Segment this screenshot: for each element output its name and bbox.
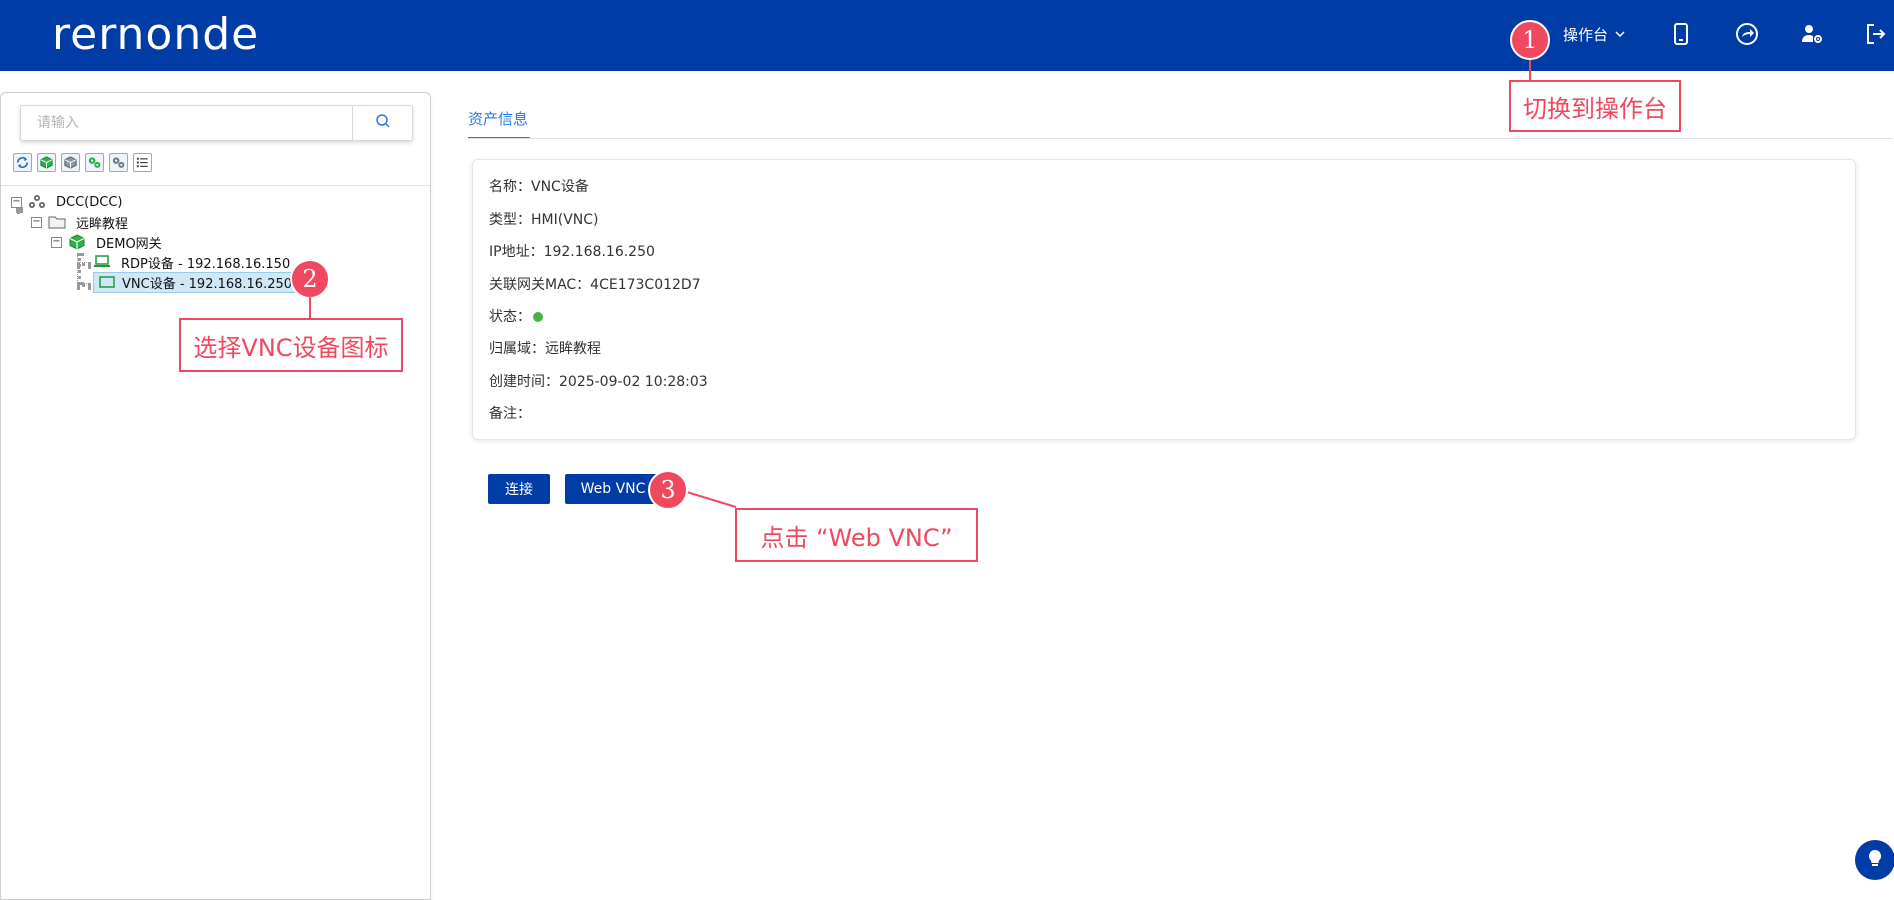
monitor-icon: [98, 275, 116, 289]
annotation-badge-1: 1: [1510, 20, 1550, 60]
folder-icon: [48, 214, 66, 230]
info-created: 创建时间：2025-09-02 10:28:03: [489, 374, 708, 390]
toolbar-divider: [1, 185, 430, 186]
collapse-toggle[interactable]: −: [51, 236, 62, 248]
lightbulb-icon: [1865, 848, 1885, 872]
workbench-menu-label: 操作台: [1563, 26, 1609, 44]
annotation-badge-2: 2: [290, 259, 330, 299]
user-settings-icon[interactable]: [1798, 20, 1826, 48]
search-icon: [375, 113, 391, 133]
chevron-down-icon: [1614, 26, 1626, 44]
laptop-icon: [93, 254, 111, 270]
asset-info-card: 名称：VNC设备 类型：HMI(VNC) IP地址：192.168.16.250…: [472, 159, 1856, 440]
annotation-callout-2: 选择VNC设备图标: [179, 318, 403, 372]
info-remark: 备注：: [489, 406, 531, 422]
collapse-toggle[interactable]: −: [31, 216, 42, 228]
gateway-green-icon[interactable]: [37, 153, 56, 172]
tree-node-vnc: VNC设备 - 192.168.16.250: [93, 271, 298, 293]
top-header: rernonde 操作台: [0, 0, 1894, 71]
tree-connector: [77, 283, 91, 287]
info-domain: 归属域：远眸教程: [489, 341, 601, 357]
tree-label-folder[interactable]: 远眸教程: [72, 213, 132, 232]
info-status: 状态：: [489, 306, 543, 326]
info-type: 类型：HMI(VNC): [489, 212, 599, 228]
gears-gray-icon[interactable]: [109, 153, 128, 172]
refresh-icon[interactable]: [13, 153, 32, 172]
brand-logo: rernonde: [52, 9, 260, 60]
logout-icon[interactable]: [1862, 20, 1890, 48]
share-icon[interactable]: [1733, 20, 1761, 48]
info-status-label: 状态：: [489, 309, 531, 325]
annotation-callout-1: 切换到操作台: [1509, 80, 1681, 132]
info-ip: IP地址：192.168.16.250: [489, 244, 655, 260]
list-icon[interactable]: [133, 153, 152, 172]
status-online-dot: [533, 312, 543, 322]
annotation-badge-3: 3: [648, 470, 688, 510]
search-input[interactable]: [21, 106, 352, 140]
tab-divider: [468, 138, 1893, 139]
tree-connector: [77, 253, 81, 285]
asset-tree-panel: − DCC(DCC) − 远眸教程 − DEMO网关: [0, 92, 431, 900]
gears-green-icon[interactable]: [85, 153, 104, 172]
domain-cluster-icon: [28, 194, 46, 210]
tab-asset-info[interactable]: 资产信息: [468, 108, 528, 129]
gateway-icon: [68, 234, 86, 250]
tree-label-root[interactable]: DCC(DCC): [52, 195, 126, 210]
annotation-connector: [309, 297, 311, 319]
search-button[interactable]: [352, 106, 412, 140]
tree-label-vnc-selected[interactable]: VNC设备 - 192.168.16.250: [93, 271, 298, 293]
tree-node-root: − DCC(DCC): [11, 193, 126, 211]
annotation-connector: [680, 489, 737, 508]
info-name: 名称：VNC设备: [489, 179, 589, 195]
collapse-toggle[interactable]: −: [11, 196, 22, 208]
tree-label-gateway[interactable]: DEMO网关: [92, 233, 166, 252]
tree-label-rdp[interactable]: RDP设备 - 192.168.16.150: [117, 253, 294, 272]
tree-label-vnc-text: VNC设备 - 192.168.16.250: [122, 276, 293, 292]
web-vnc-button[interactable]: Web VNC: [565, 474, 661, 504]
tree-node-rdp: RDP设备 - 192.168.16.150: [93, 253, 294, 272]
mobile-icon[interactable]: [1667, 20, 1695, 48]
info-mac: 关联网关MAC：4CE173C012D7: [489, 277, 701, 293]
gateway-gray-icon[interactable]: [61, 153, 80, 172]
connect-button[interactable]: 连接: [488, 474, 550, 504]
tree-node-folder: − 远眸教程: [31, 213, 132, 232]
help-bubble[interactable]: [1855, 840, 1894, 880]
workbench-menu[interactable]: 操作台: [1563, 24, 1626, 45]
tree-connector: [77, 262, 91, 266]
tree-node-gateway: − DEMO网关: [51, 233, 166, 252]
annotation-callout-3: 点击 “Web VNC”: [735, 508, 978, 562]
search-box: [20, 105, 413, 141]
tree-toolbar: [13, 153, 152, 172]
